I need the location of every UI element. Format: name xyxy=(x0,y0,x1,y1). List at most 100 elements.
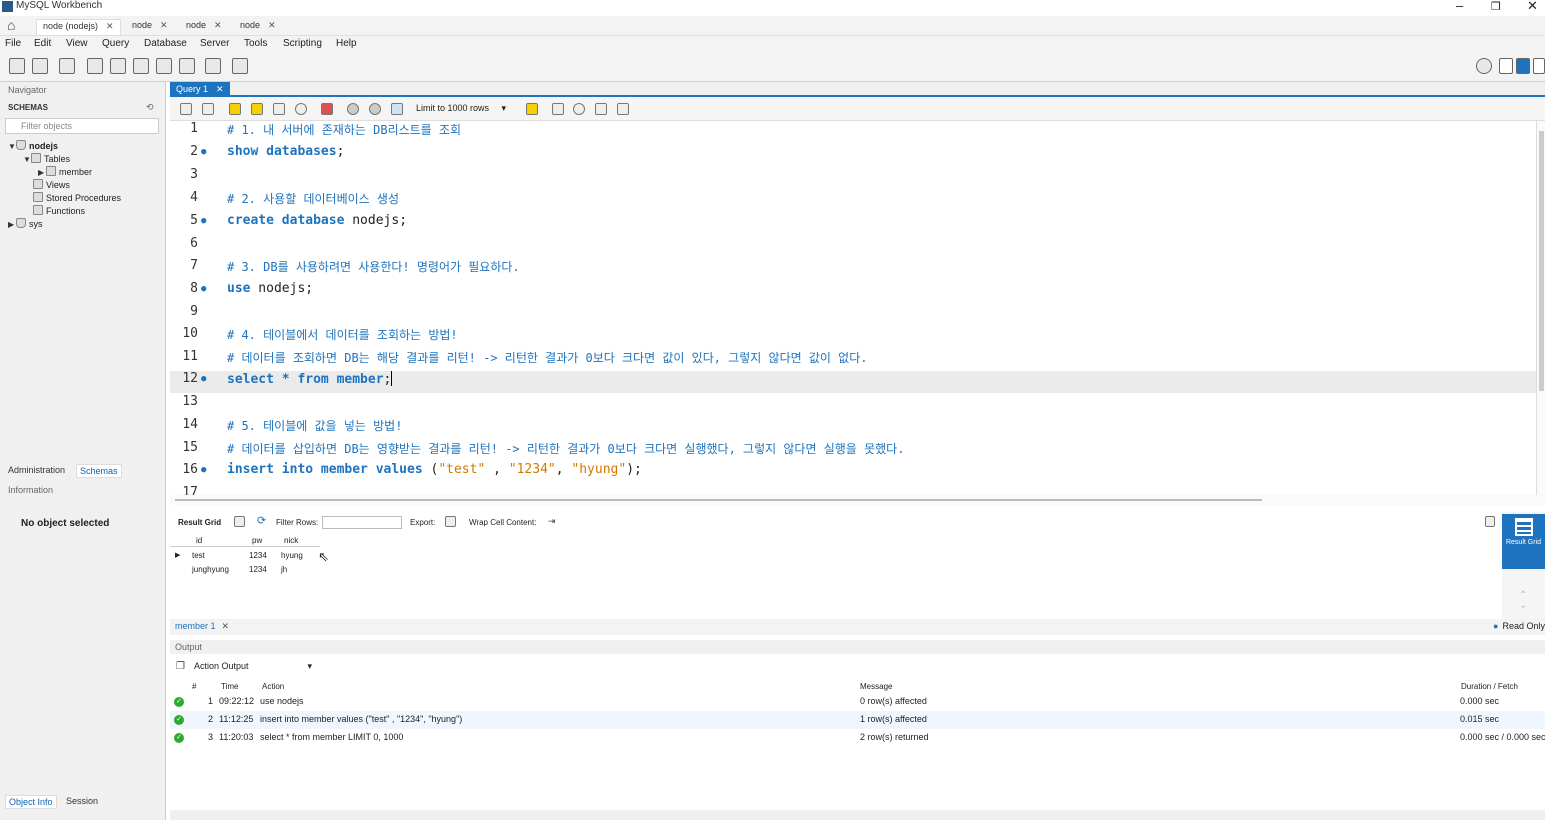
output-type-select[interactable]: Action Output ▾ xyxy=(194,661,312,674)
tree-item-sys[interactable]: ▶ sys xyxy=(8,218,43,229)
chevron-down-icon[interactable]: ⌄ xyxy=(1519,600,1527,611)
output-row[interactable]: ✓ 3 11:20:03 select * from member LIMIT … xyxy=(170,729,1545,747)
menu-edit[interactable]: Edit xyxy=(34,38,51,49)
menu-file[interactable]: File xyxy=(5,38,21,49)
column-header-number[interactable]: # xyxy=(192,682,196,691)
menu-scripting[interactable]: Scripting xyxy=(283,38,322,49)
reconnect-icon[interactable] xyxy=(232,58,248,74)
beautify-icon[interactable] xyxy=(526,103,538,115)
table-cell[interactable]: jh xyxy=(281,565,287,574)
commit-icon[interactable] xyxy=(347,103,359,115)
tree-item-functions[interactable]: Functions xyxy=(33,205,85,216)
stop-icon[interactable] xyxy=(295,103,307,115)
save-icon[interactable] xyxy=(202,103,214,115)
rollback-icon[interactable] xyxy=(369,103,381,115)
column-header-id[interactable]: id xyxy=(196,536,202,545)
wrap-cell-icon[interactable]: ⇥ xyxy=(548,516,556,527)
expand-icon[interactable]: ▼ xyxy=(23,155,31,164)
menu-database[interactable]: Database xyxy=(144,38,187,49)
execute-current-icon[interactable] xyxy=(251,103,263,115)
new-sql-tab-icon[interactable] xyxy=(9,58,25,74)
tree-item-member[interactable]: ▶ member xyxy=(38,166,92,177)
table-cell[interactable]: 1234 xyxy=(249,551,267,560)
result-grid-button[interactable]: Result Grid xyxy=(1502,514,1545,569)
create-view-icon[interactable] xyxy=(133,58,149,74)
snippet-icon[interactable] xyxy=(552,103,564,115)
stop-on-error-icon[interactable] xyxy=(321,103,333,115)
output-row[interactable]: ✓ 1 09:22:12 use nodejs 0 row(s) affecte… xyxy=(170,693,1545,711)
editor-vertical-scrollbar[interactable] xyxy=(1536,121,1545,495)
word-wrap-icon[interactable] xyxy=(617,103,629,115)
close-tab-icon[interactable]: ✕ xyxy=(214,20,222,30)
filter-rows-input[interactable] xyxy=(322,516,402,529)
menu-help[interactable]: Help xyxy=(336,38,357,49)
tab-object-info[interactable]: Object Info xyxy=(5,795,57,809)
filter-objects-input[interactable]: Filter objects xyxy=(5,118,159,134)
refresh-icon[interactable]: ⟳ xyxy=(257,514,266,527)
connection-tab[interactable]: node ✕ xyxy=(234,19,282,35)
open-sql-script-icon[interactable] xyxy=(32,58,48,74)
autocommit-icon[interactable] xyxy=(391,103,403,115)
tab-query-1[interactable]: Query 1 ✕ xyxy=(170,82,230,97)
output-row[interactable]: ✓ 2 11:12:25 insert into member values (… xyxy=(170,711,1545,729)
column-header-time[interactable]: Time xyxy=(221,682,238,691)
search-table-data-icon[interactable] xyxy=(205,58,221,74)
tree-item-tables[interactable]: ▼ Tables xyxy=(23,153,70,164)
find-icon[interactable] xyxy=(573,103,585,115)
close-icon[interactable]: ✕ xyxy=(1527,0,1538,14)
grid-view-icon[interactable] xyxy=(234,516,245,527)
editor-horizontal-scrollbar[interactable] xyxy=(170,495,1545,505)
menu-query[interactable]: Query xyxy=(102,38,129,49)
expand-icon[interactable]: ▼ xyxy=(8,142,16,151)
create-schema-icon[interactable] xyxy=(87,58,103,74)
column-header-action[interactable]: Action xyxy=(262,682,284,691)
schema-refresh-icon[interactable]: ⟲ xyxy=(146,102,154,113)
invisible-chars-icon[interactable] xyxy=(595,103,607,115)
table-cell[interactable]: junghyung xyxy=(192,565,229,574)
execute-icon[interactable] xyxy=(229,103,241,115)
menu-server[interactable]: Server xyxy=(200,38,229,49)
scrollbar-thumb[interactable] xyxy=(175,499,1262,501)
table-cell[interactable]: hyung xyxy=(281,551,303,560)
maximize-icon[interactable]: ❐ xyxy=(1491,0,1501,13)
connection-tab[interactable]: node ✕ xyxy=(126,19,174,35)
toggle-sidebar-icon[interactable] xyxy=(1499,58,1513,74)
create-procedure-icon[interactable] xyxy=(156,58,172,74)
tab-administration[interactable]: Administration xyxy=(5,464,68,476)
sql-editor[interactable]: 1 # 1. 내 서버에 존재하는 DB리스트를 조회 2 ● show databa… xyxy=(170,121,1536,495)
inspector-icon[interactable] xyxy=(59,58,75,74)
tab-schemas[interactable]: Schemas xyxy=(76,464,122,478)
result-grid-label[interactable]: Result Grid xyxy=(178,518,221,527)
home-icon[interactable]: ⌂ xyxy=(7,17,15,33)
toggle-secondary-sidebar-icon[interactable] xyxy=(1533,58,1545,74)
column-header-pw[interactable]: pw xyxy=(252,536,262,545)
connection-tab[interactable]: node (nodejs) ✕ xyxy=(36,19,121,35)
result-grid[interactable]: id pw nick ▶ test 1234 hyung junghyung 1… xyxy=(170,533,330,578)
tree-item-views[interactable]: Views xyxy=(33,179,70,190)
settings-icon[interactable] xyxy=(1476,58,1492,74)
expand-icon[interactable]: ▶ xyxy=(8,220,16,229)
toggle-output-icon[interactable] xyxy=(1516,58,1530,74)
table-cell[interactable]: test xyxy=(192,551,205,560)
create-function-icon[interactable] xyxy=(179,58,195,74)
close-tab-icon[interactable]: ✕ xyxy=(222,621,230,631)
create-table-icon[interactable] xyxy=(110,58,126,74)
column-header-message[interactable]: Message xyxy=(860,682,892,691)
menu-tools[interactable]: Tools xyxy=(244,38,267,49)
copy-icon[interactable]: ❐ xyxy=(176,661,185,672)
minimize-icon[interactable]: – xyxy=(1456,0,1463,13)
scrollbar-thumb[interactable] xyxy=(1539,131,1544,391)
close-tab-icon[interactable]: ✕ xyxy=(160,20,168,30)
limit-rows-select[interactable]: Limit to 1000 rows ▾ xyxy=(416,102,516,116)
table-cell[interactable]: 1234 xyxy=(249,565,267,574)
tab-member-1[interactable]: member 1 ✕ xyxy=(175,621,229,632)
column-header-duration[interactable]: Duration / Fetch xyxy=(1461,682,1518,691)
column-header-nick[interactable]: nick xyxy=(284,536,298,545)
connection-tab[interactable]: node ✕ xyxy=(180,19,228,35)
explain-icon[interactable] xyxy=(273,103,285,115)
tree-item-nodejs[interactable]: ▼ nodejs xyxy=(8,140,58,151)
tab-session[interactable]: Session xyxy=(63,795,101,807)
close-tab-icon[interactable]: ✕ xyxy=(216,84,224,94)
tree-item-stored-procedures[interactable]: Stored Procedures xyxy=(33,192,121,203)
open-file-icon[interactable] xyxy=(180,103,192,115)
